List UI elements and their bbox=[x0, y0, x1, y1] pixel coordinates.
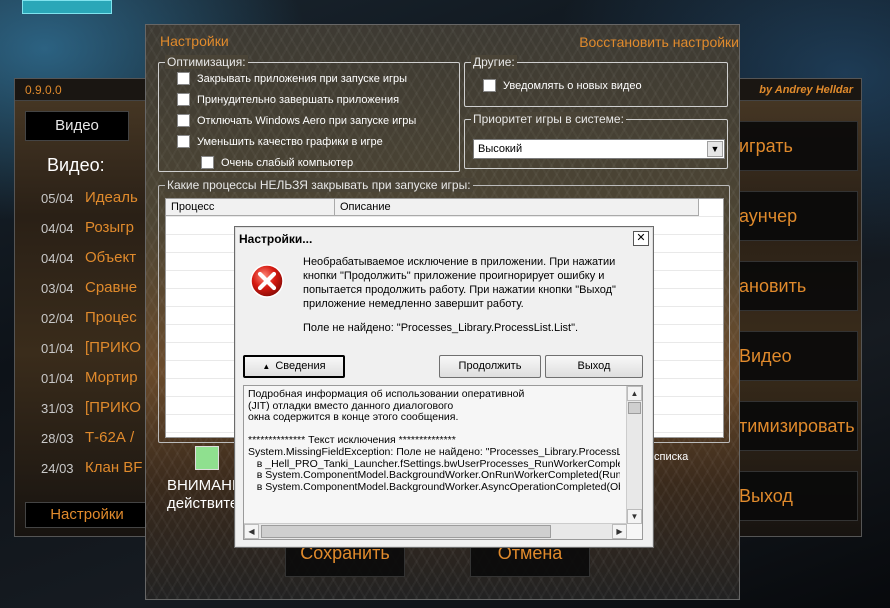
optimization-group: Оптимизация: Закрывать приложения при за… bbox=[158, 55, 460, 172]
priority-select[interactable]: Высокий ▼ bbox=[473, 139, 725, 159]
scroll-up-icon[interactable]: ▲ bbox=[627, 386, 642, 401]
news-date: 04/04 bbox=[41, 251, 74, 266]
scroll-right-icon[interactable]: ▶ bbox=[612, 524, 627, 539]
option-close-apps[interactable]: Закрывать приложения при запуске игры bbox=[177, 72, 407, 85]
optimize-button[interactable]: тимизировать bbox=[736, 401, 858, 451]
news-date: 04/04 bbox=[41, 221, 74, 236]
news-title[interactable]: Объект bbox=[85, 249, 136, 266]
close-icon[interactable]: ✕ bbox=[633, 231, 649, 246]
video-heading: Видео: bbox=[47, 155, 105, 175]
horizontal-scrollbar[interactable]: ◀ ▶ bbox=[244, 523, 627, 539]
launcher-button[interactable]: аунчер bbox=[736, 191, 858, 241]
option-lower-graphics[interactable]: Уменьшить качество графики в игре bbox=[177, 135, 383, 148]
option-weak-pc[interactable]: Очень слабый компьютер bbox=[201, 156, 353, 169]
error-icon bbox=[250, 264, 284, 298]
priority-group: Приоритет игры в системе: Высокий ▼ bbox=[464, 112, 728, 169]
option-label: Уменьшить качество графики в игре bbox=[197, 135, 383, 148]
checkbox[interactable] bbox=[201, 156, 214, 169]
checkbox[interactable] bbox=[177, 72, 190, 85]
priority-legend: Приоритет игры в системе: bbox=[471, 112, 626, 126]
details-button[interactable]: ▲ Сведения bbox=[243, 355, 345, 378]
priority-value: Высокий bbox=[478, 143, 523, 155]
exception-details-text: Подробная информация об использовании оп… bbox=[248, 389, 620, 493]
details-label: Сведения bbox=[275, 360, 326, 372]
exit-button[interactable]: Выход bbox=[736, 471, 858, 521]
scroll-thumb[interactable] bbox=[628, 402, 641, 414]
status-indicator bbox=[195, 446, 219, 470]
news-title[interactable]: Процес bbox=[85, 309, 137, 326]
checkbox[interactable] bbox=[483, 79, 496, 92]
news-date: 28/03 bbox=[41, 431, 74, 446]
option-label: Закрывать приложения при запуске игры bbox=[197, 72, 408, 85]
vertical-scrollbar[interactable]: ▲ ▼ bbox=[626, 386, 642, 524]
checkbox[interactable] bbox=[177, 114, 190, 127]
news-title[interactable]: Розыгр bbox=[85, 219, 134, 236]
option-force-kill[interactable]: Принудительно завершать приложения bbox=[177, 93, 399, 106]
news-title[interactable]: [ПРИКО bbox=[85, 399, 141, 416]
launcher-author: by Andrey Helldar bbox=[759, 84, 853, 96]
update-button[interactable]: ановить bbox=[736, 261, 858, 311]
triangle-up-icon: ▲ bbox=[262, 362, 271, 371]
scroll-thumb[interactable] bbox=[261, 525, 551, 538]
restore-settings-link[interactable]: Восстановить настройки bbox=[579, 34, 739, 50]
news-title[interactable]: Сравне bbox=[85, 279, 137, 296]
news-date: 31/03 bbox=[41, 401, 74, 416]
dialog-title: Настройки... bbox=[239, 232, 313, 246]
option-notify-videos[interactable]: Уведомлять о новых видео bbox=[483, 79, 642, 92]
news-date: 01/04 bbox=[41, 371, 74, 386]
news-title[interactable]: Клан BF bbox=[85, 459, 142, 476]
scroll-left-icon[interactable]: ◀ bbox=[244, 524, 259, 539]
continue-button[interactable]: Продолжить bbox=[439, 355, 541, 378]
news-date: 24/03 bbox=[41, 461, 74, 476]
news-date: 05/04 bbox=[41, 191, 74, 206]
news-title[interactable]: Мортир bbox=[85, 369, 138, 386]
option-disable-aero[interactable]: Отключать Windows Aero при запуске игры bbox=[177, 114, 416, 127]
desktop-taskbar-chip bbox=[22, 0, 112, 14]
processes-legend: Какие процессы НЕЛЬЗЯ закрывать при запу… bbox=[165, 178, 473, 192]
launcher-settings-button[interactable]: Настройки bbox=[25, 502, 149, 528]
news-title[interactable]: Идеаль bbox=[85, 189, 138, 206]
error-message: Необрабатываемое исключение в приложении… bbox=[303, 256, 616, 310]
option-label: Отключать Windows Aero при запуске игры bbox=[197, 114, 417, 127]
checkbox[interactable] bbox=[177, 135, 190, 148]
error-field-message: Поле не найдено: "Processes_Library.Proc… bbox=[303, 322, 579, 334]
launcher-version: 0.9.0.0 bbox=[25, 83, 62, 97]
news-title[interactable]: [ПРИКО bbox=[85, 339, 141, 356]
news-date: 03/04 bbox=[41, 281, 74, 296]
column-header-process[interactable]: Процесс bbox=[166, 199, 335, 216]
option-label: Принудительно завершать приложения bbox=[197, 93, 400, 106]
exception-details[interactable]: Подробная информация об использовании оп… bbox=[243, 385, 643, 540]
scroll-down-icon[interactable]: ▼ bbox=[627, 509, 642, 524]
exit-dialog-button[interactable]: Выход bbox=[545, 355, 643, 378]
play-button[interactable]: играть bbox=[736, 121, 858, 171]
list-note: списка bbox=[654, 451, 689, 463]
news-title[interactable]: Т-62А / bbox=[85, 429, 134, 446]
option-label: Очень слабый компьютер bbox=[221, 156, 354, 169]
error-dialog: Настройки... ✕ Необрабатываемое исключен… bbox=[234, 226, 654, 548]
tab-video[interactable]: Видео bbox=[25, 111, 129, 141]
video-button[interactable]: Видео bbox=[736, 331, 858, 381]
other-legend: Другие: bbox=[471, 55, 517, 69]
chevron-down-icon[interactable]: ▼ bbox=[707, 141, 723, 157]
optimization-legend: Оптимизация: bbox=[165, 55, 248, 69]
settings-title: Настройки bbox=[160, 33, 229, 49]
other-group: Другие: Уведомлять о новых видео bbox=[464, 55, 728, 107]
column-header-description[interactable]: Описание bbox=[335, 199, 699, 216]
option-label: Уведомлять о новых видео bbox=[503, 79, 642, 92]
news-date: 02/04 bbox=[41, 311, 74, 326]
news-date: 01/04 bbox=[41, 341, 74, 356]
checkbox[interactable] bbox=[177, 93, 190, 106]
